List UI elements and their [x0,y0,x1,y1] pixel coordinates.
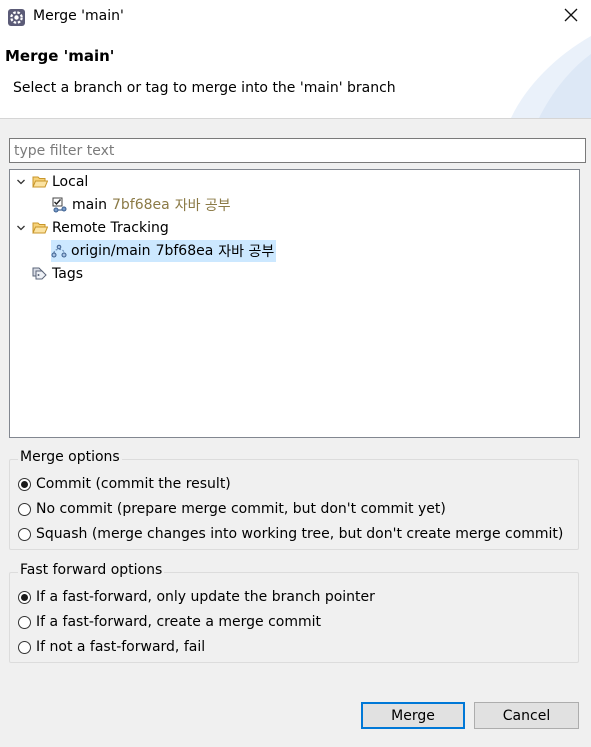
branch-name: main [72,197,107,213]
radio-selected[interactable] [18,477,31,491]
radio-selected[interactable] [18,590,31,604]
radio-label: Squash (merge changes into working tree,… [36,526,564,542]
ff-option-update-pointer[interactable]: If a fast-forward, only update the branc… [18,589,375,605]
eclipse-gear-icon [7,8,26,27]
branch-commit-id: 7bf68ea [111,197,170,213]
header-decoration-graphic [511,36,591,118]
radio-unselected[interactable] [18,640,31,654]
radio-unselected[interactable] [18,615,31,629]
branch-name: origin/main [71,243,151,259]
radio-label: If not a fast-forward, fail [36,639,206,655]
radio-label: If a fast-forward, only update the branc… [36,589,375,605]
tags-icon [32,266,50,282]
tree-node-label: Tags [52,266,83,282]
tree-node-label: Remote Tracking [52,220,169,236]
folder-open-icon [32,220,50,236]
tree-node-label: Local [52,174,89,190]
close-button[interactable] [557,4,585,30]
tree-node-local[interactable]: Local [14,171,88,193]
cancel-button[interactable]: Cancel [474,702,579,729]
merge-option-commit[interactable]: Commit (commit the result) [18,476,231,492]
folder-open-icon [32,174,50,190]
branch-commit-id: 7bf68ea [155,243,214,259]
merge-options-group: Merge options Commit (commit the result)… [9,449,579,550]
wizard-header: Merge 'main' Select a branch or tag to m… [0,36,591,119]
merge-button[interactable]: Merge [361,702,465,729]
radio-unselected[interactable] [18,527,31,541]
merge-option-no-commit[interactable]: No commit (prepare merge commit, but don… [18,501,446,517]
branch-commit-message: 자바 공부 [174,198,231,214]
close-icon [564,8,578,26]
radio-label: Commit (commit the result) [36,476,231,492]
merge-options-title: Merge options [18,449,122,465]
header-title: Merge 'main' [5,47,115,65]
filter-input[interactable] [9,138,586,163]
tree-node-remote-tracking[interactable]: Remote Tracking [14,217,169,239]
tree-node-branch-origin-main[interactable]: origin/main 7bf68ea 자바 공부 [51,240,277,262]
branch-commit-message: 자바 공부 [218,244,275,260]
window-titlebar: Merge 'main' [0,0,591,36]
header-description: Select a branch or tag to merge into the… [13,80,396,96]
radio-unselected[interactable] [18,502,31,516]
ff-option-fail[interactable]: If not a fast-forward, fail [18,639,205,655]
tree-node-tags[interactable]: Tags [32,263,83,285]
chevron-down-icon[interactable] [14,223,28,233]
radio-label: No commit (prepare merge commit, but don… [36,501,446,517]
chevron-down-icon[interactable] [14,177,28,187]
branch-checked-out-icon [52,197,70,213]
merge-option-squash[interactable]: Squash (merge changes into working tree,… [18,526,563,542]
branch-tree[interactable]: Local main 7bf68ea 자바 공부 Remote Tracking [9,169,580,438]
window-title: Merge 'main' [33,8,124,24]
ff-option-create-merge-commit[interactable]: If a fast-forward, create a merge commit [18,614,321,630]
tree-node-branch-main[interactable]: main 7bf68ea 자바 공부 [52,194,231,216]
fast-forward-options-title: Fast forward options [18,562,165,578]
remote-branch-icon [51,243,69,259]
radio-label: If a fast-forward, create a merge commit [36,614,322,630]
fast-forward-options-group: Fast forward options If a fast-forward, … [9,562,579,663]
